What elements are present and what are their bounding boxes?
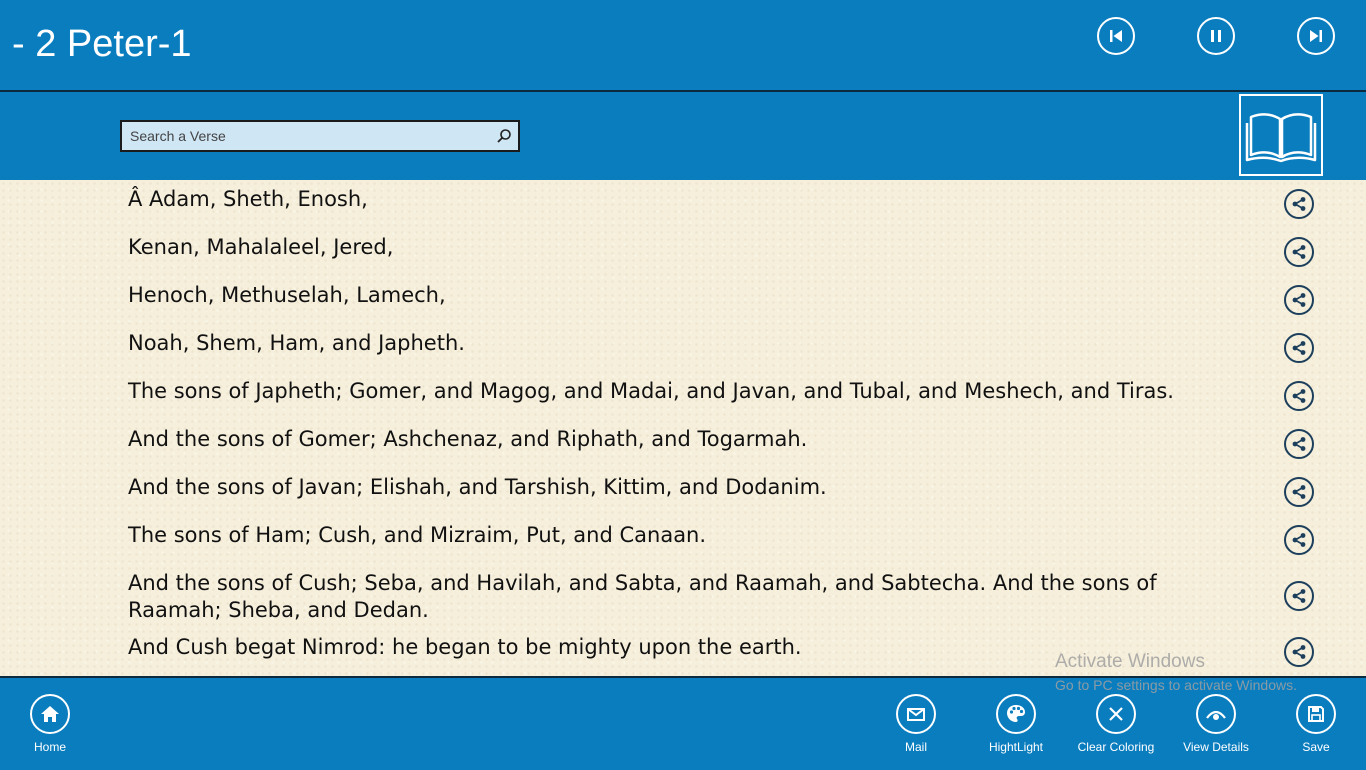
verse-text[interactable]: And the sons of Gomer; Ashchenaz, and Ri… (128, 426, 1248, 453)
highlight-label: HightLight (988, 740, 1044, 754)
pause-button[interactable] (1197, 17, 1235, 55)
share-button[interactable] (1284, 333, 1314, 363)
view-icon (1206, 710, 1226, 720)
save-label: Save (1302, 740, 1330, 754)
activation-watermark-title: Activate Windows (1055, 651, 1205, 672)
verse-list: Â Adam, Sheth, Enosh, Kenan, Mahalaleel,… (0, 180, 1366, 676)
palette-icon (1007, 705, 1025, 722)
open-book-icon (1245, 113, 1317, 163)
share-button[interactable] (1284, 429, 1314, 459)
verse-text[interactable]: The sons of Japheth; Gomer, and Magog, a… (128, 378, 1268, 405)
activation-watermark-subtitle: Go to PC settings to activate Windows. (1055, 677, 1297, 693)
home-button-circle (30, 694, 70, 734)
search-icon[interactable] (496, 128, 512, 144)
share-button[interactable] (1284, 381, 1314, 411)
share-icon (1292, 293, 1306, 307)
verse-text[interactable]: The sons of Ham; Cush, and Mizraim, Put,… (128, 522, 1248, 549)
verse-text[interactable]: Kenan, Mahalaleel, Jered, (128, 234, 1248, 261)
pause-icon (1211, 30, 1221, 42)
verse-text[interactable]: And the sons of Cush; Seba, and Havilah,… (128, 570, 1238, 624)
page-title: - 2 Peter-1 (12, 23, 192, 65)
share-button[interactable] (1284, 525, 1314, 555)
mail-button-circle (896, 694, 936, 734)
share-icon (1292, 389, 1306, 403)
view-details-button-circle (1196, 694, 1236, 734)
skip-previous-icon (1110, 30, 1122, 42)
search-input[interactable] (122, 122, 498, 150)
next-button[interactable] (1297, 17, 1335, 55)
share-button[interactable] (1284, 637, 1314, 667)
home-label: Home (33, 740, 66, 754)
clear-coloring-label: Clear Coloring (1077, 740, 1155, 754)
view-details-label: View Details (1183, 740, 1249, 754)
share-icon (1292, 437, 1306, 451)
clear-coloring-button-circle (1096, 694, 1136, 734)
verse-text[interactable]: Â Adam, Sheth, Enosh, (128, 186, 1248, 213)
clear-icon (1109, 707, 1123, 721)
search-bar-area (0, 92, 1366, 180)
save-button-circle (1296, 694, 1336, 734)
highlight-button-circle (996, 694, 1036, 734)
share-button[interactable] (1284, 285, 1314, 315)
title-bar: - 2 Peter-1 (0, 0, 1366, 92)
share-icon (1292, 485, 1306, 499)
highlight-button[interactable]: HightLight (966, 678, 1066, 770)
share-button[interactable] (1284, 581, 1314, 611)
skip-next-icon (1310, 30, 1322, 42)
verse-text[interactable]: Henoch, Methuselah, Lamech, (128, 282, 1248, 309)
share-icon (1292, 245, 1306, 259)
mail-button[interactable]: Mail (866, 678, 966, 770)
share-icon (1292, 589, 1306, 603)
share-icon (1292, 341, 1306, 355)
share-button[interactable] (1284, 237, 1314, 267)
verse-text[interactable]: And the sons of Javan; Elishah, and Tars… (128, 474, 1248, 501)
verse-text[interactable]: Noah, Shem, Ham, and Japheth. (128, 330, 1248, 357)
home-button[interactable]: Home (0, 678, 100, 770)
search-box[interactable] (120, 120, 520, 152)
mail-label: Mail (904, 740, 927, 754)
share-button[interactable] (1284, 477, 1314, 507)
mail-icon (907, 708, 925, 721)
previous-button[interactable] (1097, 17, 1135, 55)
share-icon (1292, 645, 1306, 659)
share-icon (1292, 197, 1306, 211)
home-icon (41, 706, 59, 722)
share-icon (1292, 533, 1306, 547)
share-button[interactable] (1284, 189, 1314, 219)
save-icon (1308, 706, 1324, 722)
book-button[interactable] (1239, 94, 1323, 176)
